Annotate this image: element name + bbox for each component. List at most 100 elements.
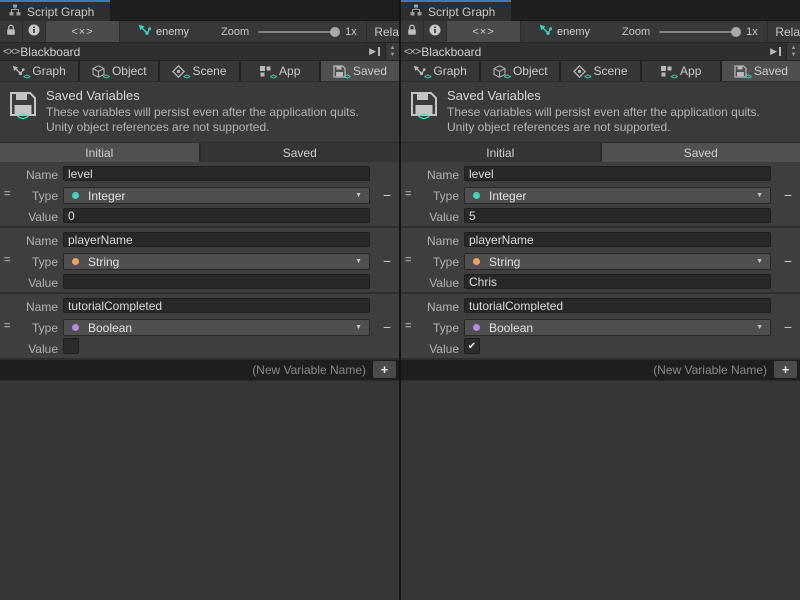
tab-app[interactable]: <> App xyxy=(642,61,720,81)
spin-up-icon[interactable]: ▲ xyxy=(390,45,396,52)
type-color-dot xyxy=(72,192,79,199)
saved-variables-desc-2: Unity object references are not supporte… xyxy=(46,120,269,134)
window-tab-bar: Script Graph xyxy=(0,0,399,21)
variable-row-level: = Name Type Integer ▼ − Value xyxy=(401,162,800,226)
saved-icon: <> xyxy=(734,65,748,78)
add-variable-button[interactable]: + xyxy=(373,361,396,378)
zoom-value: 1x xyxy=(345,26,357,38)
remove-variable-button[interactable]: − xyxy=(383,188,391,202)
variable-name-input[interactable] xyxy=(63,232,370,247)
variable-type-dropdown[interactable]: Integer ▼ xyxy=(63,187,370,204)
scroll-spinner[interactable]: ▲ ▼ xyxy=(786,43,800,60)
variable-row-level: = Name Type Integer ▼ − Value xyxy=(0,162,399,226)
zoom-slider[interactable] xyxy=(659,26,741,38)
graph-pointer-icon xyxy=(138,24,151,40)
remove-variable-button[interactable]: − xyxy=(784,188,792,202)
tab-graph[interactable]: <> Graph xyxy=(401,61,479,81)
new-variable-row: (New Variable Name) + xyxy=(401,360,800,380)
tab-title: Script Graph xyxy=(428,5,495,19)
lock-button[interactable] xyxy=(401,21,424,42)
tab-initial[interactable]: Initial xyxy=(0,143,199,162)
graph-icon: <> xyxy=(12,65,26,78)
tab-scene[interactable]: <> Scene xyxy=(561,61,639,81)
variable-scope-tabs: <> Graph <> Object <> Scene <> App <> Sa… xyxy=(401,61,800,82)
edit-graph-button[interactable]: <×> xyxy=(46,21,120,42)
object-icon: <> xyxy=(493,65,507,78)
zoom-slider-thumb[interactable] xyxy=(330,27,340,37)
variable-name-input[interactable] xyxy=(63,166,370,181)
saved-variables-info: <> Saved Variables These variables will … xyxy=(401,82,800,143)
script-graph-icon xyxy=(410,4,422,19)
tab-object[interactable]: <> Object xyxy=(80,61,158,81)
remove-variable-button[interactable]: − xyxy=(784,254,792,268)
spin-down-icon[interactable]: ▼ xyxy=(390,52,396,59)
variable-type-dropdown[interactable]: Integer ▼ xyxy=(464,187,771,204)
zoom-slider[interactable] xyxy=(258,26,340,38)
info-button[interactable] xyxy=(424,21,447,42)
saved-variables-title: Saved Variables xyxy=(447,88,541,103)
tab-app[interactable]: <> App xyxy=(241,61,319,81)
new-variable-name-input[interactable]: (New Variable Name) xyxy=(252,363,366,377)
name-label: Name xyxy=(0,234,58,248)
tab-saved[interactable]: <> Saved xyxy=(722,61,800,81)
variable-type-dropdown[interactable]: Boolean ▼ xyxy=(464,319,771,336)
graph-breadcrumb[interactable]: enemy xyxy=(138,24,189,40)
variable-value-checkbox[interactable]: ✔ xyxy=(464,338,480,354)
variable-value-input[interactable] xyxy=(63,208,370,223)
scroll-spinner[interactable]: ▲ ▼ xyxy=(385,43,399,60)
spin-up-icon[interactable]: ▲ xyxy=(791,45,797,52)
edit-graph-button[interactable]: <×> xyxy=(447,21,521,42)
remove-variable-button[interactable]: − xyxy=(383,320,391,334)
variable-name-input[interactable] xyxy=(464,232,771,247)
script-graph-window-right: Script Graph <×> enemy Zoom 1x Rela <×> … xyxy=(401,0,800,600)
add-variable-button[interactable]: + xyxy=(774,361,797,378)
variable-value-checkbox[interactable] xyxy=(63,338,79,354)
type-color-dot xyxy=(473,192,480,199)
panel-divider[interactable] xyxy=(399,0,401,600)
type-label: Type xyxy=(0,255,58,269)
tab-saved[interactable]: <> Saved xyxy=(321,61,399,81)
variable-name-input[interactable] xyxy=(464,166,771,181)
name-label: Name xyxy=(0,300,58,314)
tab-graph[interactable]: <> Graph xyxy=(0,61,78,81)
tab-scene[interactable]: <> Scene xyxy=(160,61,238,81)
script-graph-tab[interactable]: Script Graph xyxy=(401,0,511,21)
relations-button[interactable]: Rela xyxy=(366,21,399,42)
lock-button[interactable] xyxy=(0,21,23,42)
type-label: Type xyxy=(401,189,459,203)
variable-value-input[interactable] xyxy=(464,208,771,223)
tab-saved-values[interactable]: Saved xyxy=(602,143,800,162)
chevron-down-icon: ▼ xyxy=(756,324,763,331)
tab-object[interactable]: <> Object xyxy=(481,61,559,81)
spin-down-icon[interactable]: ▼ xyxy=(791,52,797,59)
dock-icon[interactable]: ▶ xyxy=(369,46,380,57)
variable-name-input[interactable] xyxy=(464,298,771,313)
variable-value-input[interactable] xyxy=(464,274,771,289)
relations-button[interactable]: Rela xyxy=(767,21,800,42)
chevron-down-icon: ▼ xyxy=(756,192,763,199)
new-variable-name-input[interactable]: (New Variable Name) xyxy=(653,363,767,377)
variables-list: = Name Type Integer ▼ − Value = Name Typ… xyxy=(401,162,800,360)
remove-variable-button[interactable]: − xyxy=(383,254,391,268)
zoom-slider-thumb[interactable] xyxy=(731,27,741,37)
blackboard-header: <×> Blackboard ▶ ▲ ▼ xyxy=(401,43,800,61)
variable-value-input[interactable] xyxy=(63,274,370,289)
scene-icon: <> xyxy=(573,65,587,78)
tab-initial[interactable]: Initial xyxy=(401,143,600,162)
tab-saved-values[interactable]: Saved xyxy=(201,143,400,162)
edit-graph-icon: <×> xyxy=(71,26,93,38)
variable-type-dropdown[interactable]: String ▼ xyxy=(63,253,370,270)
variable-type-dropdown[interactable]: Boolean ▼ xyxy=(63,319,370,336)
remove-variable-button[interactable]: − xyxy=(784,320,792,334)
blackboard-empty-area xyxy=(401,380,800,600)
dock-icon[interactable]: ▶ xyxy=(770,46,781,57)
variable-type-dropdown[interactable]: String ▼ xyxy=(464,253,771,270)
graph-breadcrumb[interactable]: enemy xyxy=(539,24,590,40)
variable-name-input[interactable] xyxy=(63,298,370,313)
blackboard-header: <×> Blackboard ▶ ▲ ▼ xyxy=(0,43,399,61)
variable-row-playername: = Name Type String ▼ − Value xyxy=(401,228,800,292)
info-button[interactable] xyxy=(23,21,46,42)
blackboard-empty-area xyxy=(0,380,399,600)
saved-variables-info: <> Saved Variables These variables will … xyxy=(0,82,399,143)
script-graph-tab[interactable]: Script Graph xyxy=(0,0,110,21)
